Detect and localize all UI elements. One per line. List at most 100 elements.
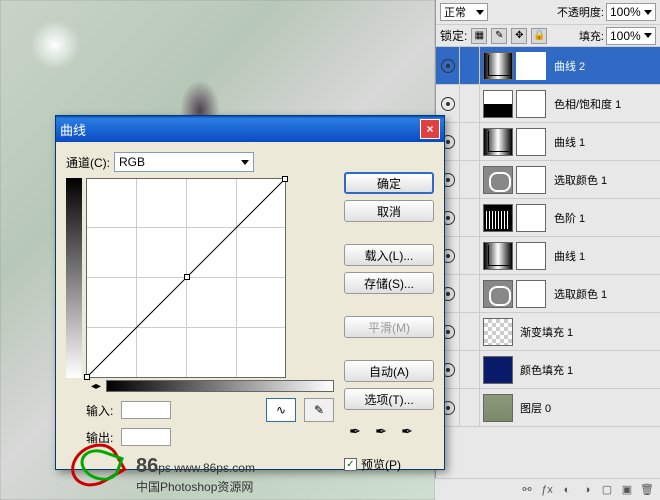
- layer-name: 颜色填充 1: [516, 362, 660, 378]
- layer-mask[interactable]: [516, 242, 546, 270]
- smooth-button[interactable]: 平滑(M): [344, 316, 434, 338]
- dialog-titlebar[interactable]: 曲线 ×: [56, 116, 444, 142]
- lock-row: 锁定: ▦ ✎ ✥ 🔒 填充: 100%: [436, 25, 660, 47]
- dropdown-icon: [476, 10, 484, 15]
- curves-dialog: 曲线 × 通道(C): RGB: [55, 115, 445, 470]
- link-cell[interactable]: [460, 351, 480, 389]
- layer-thumbnail[interactable]: [483, 280, 513, 308]
- layer-name: 渐变填充 1: [516, 324, 660, 340]
- curve-tool-button[interactable]: ∿: [266, 398, 296, 422]
- link-cell[interactable]: [460, 313, 480, 351]
- cancel-button[interactable]: 取消: [344, 200, 434, 222]
- layer-mask[interactable]: [516, 90, 546, 118]
- layer-row[interactable]: 颜色填充 1: [436, 351, 660, 389]
- lock-position-icon[interactable]: ✥: [511, 28, 527, 44]
- link-icon[interactable]: ⚯: [518, 481, 536, 499]
- vertical-gradient: [66, 178, 82, 378]
- output-field[interactable]: [121, 428, 171, 446]
- layer-row[interactable]: 选取颜色 1: [436, 161, 660, 199]
- link-cell[interactable]: [460, 85, 480, 123]
- link-cell[interactable]: [460, 47, 480, 85]
- white-eyedropper-icon[interactable]: ✒: [396, 420, 418, 442]
- fx-icon[interactable]: ƒx: [538, 481, 556, 499]
- ok-button[interactable]: 确定: [344, 172, 434, 194]
- link-cell[interactable]: [460, 389, 480, 427]
- layer-thumbnail[interactable]: [483, 52, 513, 80]
- layers-header: 正常 不透明度: 100%: [436, 0, 660, 25]
- dropdown-icon: [644, 10, 652, 15]
- channel-select[interactable]: RGB: [114, 152, 254, 172]
- fill-label: 填充:: [579, 28, 604, 44]
- fill-input[interactable]: 100%: [606, 27, 656, 45]
- layer-mask[interactable]: [516, 204, 546, 232]
- folder-icon[interactable]: ▢: [598, 481, 616, 499]
- lock-all-icon[interactable]: 🔒: [531, 28, 547, 44]
- layer-thumbnail[interactable]: [483, 394, 513, 422]
- layer-thumbnail[interactable]: [483, 204, 513, 232]
- opacity-input[interactable]: 100%: [606, 3, 656, 21]
- new-layer-icon[interactable]: ▣: [618, 481, 636, 499]
- channel-label: 通道(C):: [66, 154, 110, 171]
- gradient-toggle-icon[interactable]: ◂▸: [86, 380, 106, 392]
- horizontal-gradient: [106, 380, 334, 392]
- save-button[interactable]: 存储(S)...: [344, 272, 434, 294]
- layer-row[interactable]: 图层 0: [436, 389, 660, 427]
- link-cell[interactable]: [460, 199, 480, 237]
- layer-thumbnail[interactable]: [483, 166, 513, 194]
- layer-row[interactable]: 曲线 1: [436, 123, 660, 161]
- close-button[interactable]: ×: [420, 119, 440, 139]
- curve-editor[interactable]: [86, 178, 286, 378]
- auto-button[interactable]: 自动(A): [344, 360, 434, 382]
- layer-mask[interactable]: [516, 280, 546, 308]
- layer-mask[interactable]: [516, 128, 546, 156]
- link-cell[interactable]: [460, 161, 480, 199]
- link-cell[interactable]: [460, 275, 480, 313]
- link-cell[interactable]: [460, 123, 480, 161]
- gray-eyedropper-icon[interactable]: ✒: [370, 420, 392, 442]
- mask-icon[interactable]: ◐: [558, 481, 576, 499]
- layer-name: 选取颜色 1: [550, 286, 660, 302]
- visibility-toggle[interactable]: [436, 47, 460, 85]
- watermark-logo: 86ps www.86ps.com 中国Photoshop资源网: [70, 445, 255, 495]
- layer-row[interactable]: 色阶 1: [436, 199, 660, 237]
- trash-icon[interactable]: 🗑: [638, 481, 656, 499]
- opacity-label: 不透明度:: [557, 4, 604, 20]
- blend-mode-value: 正常: [444, 4, 466, 20]
- input-field[interactable]: [121, 401, 171, 419]
- layer-thumbnail[interactable]: [483, 318, 513, 346]
- link-cell[interactable]: [460, 237, 480, 275]
- layer-mask[interactable]: [516, 52, 546, 80]
- layer-name: 曲线 1: [550, 134, 660, 150]
- input-label: 输入:: [86, 402, 113, 419]
- pencil-tool-button[interactable]: ✎: [304, 398, 334, 422]
- layer-row[interactable]: 渐变填充 1: [436, 313, 660, 351]
- layer-row[interactable]: 选取颜色 1: [436, 275, 660, 313]
- layer-name: 选取颜色 1: [550, 172, 660, 188]
- layer-list: 曲线 2 色相/饱和度 1 曲线 1 选取颜色 1 色阶 1 曲线 1 选取颜色 1 渐变填充…: [436, 47, 660, 427]
- layer-name: 色阶 1: [550, 210, 660, 226]
- curve-point[interactable]: [84, 374, 90, 380]
- adjustment-icon[interactable]: ◑: [578, 481, 596, 499]
- layer-row[interactable]: 曲线 1: [436, 237, 660, 275]
- layer-thumbnail[interactable]: [483, 356, 513, 384]
- black-eyedropper-icon[interactable]: ✒: [344, 420, 366, 442]
- dialog-title: 曲线: [60, 120, 420, 139]
- dropdown-icon: [644, 33, 652, 38]
- curve-point[interactable]: [282, 176, 288, 182]
- layer-thumbnail[interactable]: [483, 128, 513, 156]
- layer-thumbnail[interactable]: [483, 242, 513, 270]
- blend-mode-select[interactable]: 正常: [440, 3, 488, 21]
- layer-name: 曲线 2: [550, 58, 660, 74]
- lock-pixels-icon[interactable]: ✎: [491, 28, 507, 44]
- curve-point[interactable]: [184, 274, 190, 280]
- lock-transparent-icon[interactable]: ▦: [471, 28, 487, 44]
- layer-thumbnail[interactable]: [483, 90, 513, 118]
- dropdown-icon: [241, 160, 249, 165]
- preview-checkbox[interactable]: ✓: [344, 458, 357, 471]
- layer-mask[interactable]: [516, 166, 546, 194]
- layer-row[interactable]: 色相/饱和度 1: [436, 85, 660, 123]
- load-button[interactable]: 载入(L)...: [344, 244, 434, 266]
- layer-row[interactable]: 曲线 2: [436, 47, 660, 85]
- options-button[interactable]: 选项(T)...: [344, 388, 434, 410]
- layers-footer: ⚯ ƒx ◐ ◑ ▢ ▣ 🗑: [435, 478, 660, 500]
